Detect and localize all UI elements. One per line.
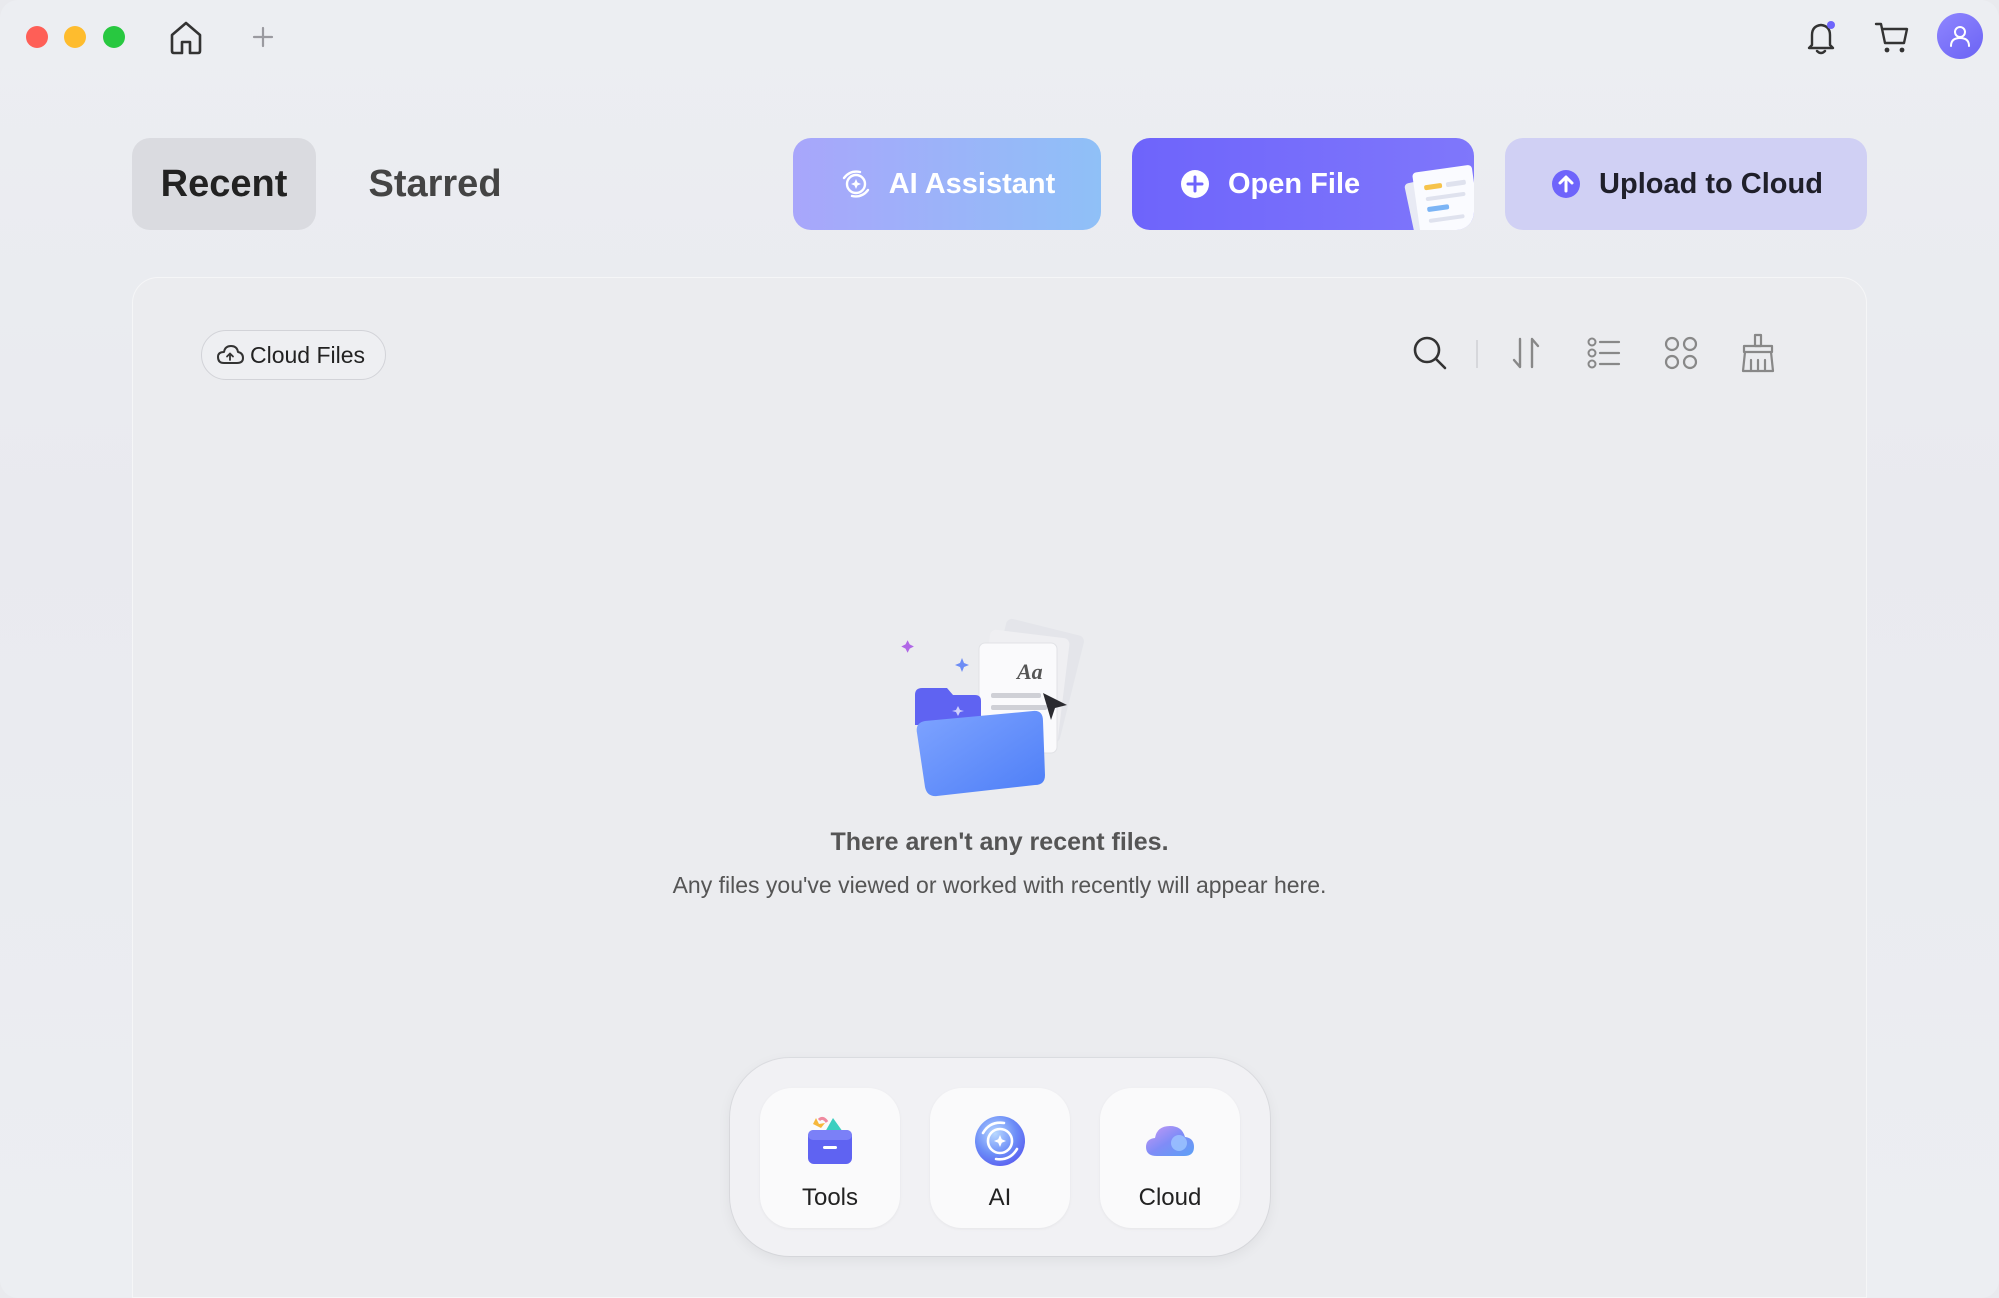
dock-ai-label: AI bbox=[988, 1184, 1012, 1211]
toolbar-divider bbox=[1476, 340, 1478, 368]
cloud-files-filter-button[interactable]: Cloud Files bbox=[201, 330, 387, 380]
cloud-files-label: Cloud Files bbox=[250, 341, 366, 368]
user-icon bbox=[1950, 26, 1970, 47]
dock-tools-button[interactable]: Tools bbox=[760, 1088, 900, 1228]
ai-assistant-label: AI Assistant bbox=[888, 167, 1056, 200]
ai-assistant-icon bbox=[839, 167, 873, 201]
home-icon bbox=[170, 21, 202, 55]
tools-icon bbox=[808, 1116, 852, 1164]
ai-assistant-button[interactable]: AI Assistant bbox=[793, 138, 1101, 230]
open-file-button[interactable]: Open File bbox=[1132, 138, 1474, 230]
zoom-window-button[interactable] bbox=[103, 26, 125, 48]
cart-button[interactable] bbox=[1870, 16, 1914, 58]
cloud-outline-icon bbox=[216, 343, 244, 367]
home-button[interactable] bbox=[163, 16, 209, 58]
clear-history-button[interactable] bbox=[1735, 330, 1781, 376]
user-avatar-button[interactable] bbox=[1937, 13, 1983, 59]
ai-icon bbox=[975, 1116, 1025, 1166]
upload-label: Upload to Cloud bbox=[1599, 167, 1823, 200]
bell-icon bbox=[1807, 21, 1835, 55]
quick-access-dock: Tools AI Cloud bbox=[730, 1058, 1270, 1256]
dock-tools-label: Tools bbox=[801, 1184, 859, 1211]
grid-view-icon bbox=[1664, 336, 1698, 370]
cart-icon bbox=[1874, 22, 1909, 53]
sort-icon bbox=[1512, 337, 1540, 369]
open-file-content: Open File bbox=[1132, 167, 1360, 201]
empty-state-title: There aren't any recent files. bbox=[830, 828, 1169, 856]
tab-recent[interactable]: Recent bbox=[132, 138, 316, 230]
empty-state-subtitle: Any files you've viewed or worked with r… bbox=[672, 872, 1327, 898]
upload-to-cloud-button[interactable]: Upload to Cloud bbox=[1505, 138, 1867, 230]
plus-icon bbox=[252, 26, 274, 48]
cloud-icon bbox=[1146, 1126, 1194, 1156]
dock-ai-button[interactable]: AI bbox=[930, 1088, 1070, 1228]
sort-button[interactable] bbox=[1503, 330, 1549, 376]
document-decoration-icon bbox=[1404, 165, 1474, 230]
list-view-button[interactable] bbox=[1581, 330, 1627, 376]
add-circle-icon bbox=[1178, 167, 1212, 201]
notifications-button[interactable] bbox=[1800, 16, 1842, 58]
search-icon bbox=[1413, 336, 1447, 370]
open-file-label: Open File bbox=[1228, 167, 1361, 200]
title-bar bbox=[0, 0, 1999, 74]
tab-starred[interactable]: Starred bbox=[350, 138, 520, 230]
grid-view-button[interactable] bbox=[1658, 330, 1704, 376]
upload-icon bbox=[1549, 167, 1583, 201]
empty-folder-illustration-icon: Aa bbox=[901, 618, 1084, 797]
svg-text:Aa: Aa bbox=[1015, 659, 1043, 684]
minimize-window-button[interactable] bbox=[64, 26, 86, 48]
clean-icon bbox=[1741, 333, 1775, 373]
list-view-icon bbox=[1587, 337, 1621, 369]
new-tab-button[interactable] bbox=[248, 22, 278, 52]
app-window: Recent Starred AI Assistant Open File Up… bbox=[0, 0, 1999, 1298]
search-button[interactable] bbox=[1407, 330, 1453, 376]
dock-cloud-label: Cloud bbox=[1138, 1184, 1202, 1211]
dock-cloud-button[interactable]: Cloud bbox=[1100, 1088, 1240, 1228]
close-window-button[interactable] bbox=[26, 26, 48, 48]
